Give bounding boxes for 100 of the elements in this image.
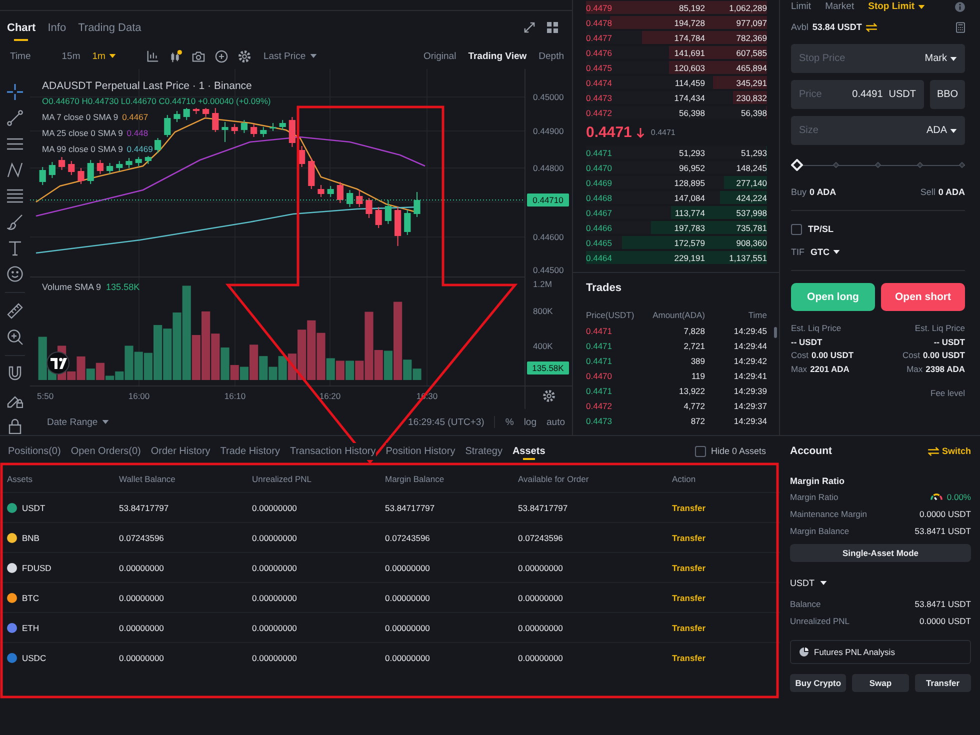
scale-option[interactable]: log (524, 416, 536, 428)
order-type-tab[interactable]: Limit (791, 1, 812, 12)
lock-icon[interactable] (7, 418, 23, 434)
text-tool-icon[interactable] (7, 240, 23, 256)
transfer-link[interactable]: Transfer (672, 532, 706, 542)
time-label: Time (10, 50, 31, 62)
stop-price-field[interactable]: Stop Price Mark (791, 44, 965, 73)
scale-option[interactable]: % (505, 416, 514, 428)
account-action-button[interactable]: Swap (852, 674, 909, 692)
tpsl-checkbox[interactable] (791, 224, 802, 234)
smiley-icon[interactable] (7, 266, 23, 282)
account-action-button[interactable]: Buy Crypto (790, 674, 846, 692)
candle (58, 156, 66, 170)
transfer-arrows-icon (928, 446, 939, 456)
positions-tab[interactable]: Transaction History (290, 442, 376, 460)
candle (250, 124, 258, 138)
stacked-lines-icon[interactable] (7, 188, 23, 204)
ask-price[interactable]: 0.4474 (586, 78, 646, 88)
transfer-arrows-icon[interactable] (866, 22, 877, 32)
asset-dropdown[interactable]: USDT (790, 576, 826, 590)
interval-tab[interactable]: 1m (92, 50, 116, 62)
bid-price[interactable]: 0.4468 (586, 192, 646, 202)
bid-price[interactable]: 0.4466 (586, 222, 646, 232)
interval-tab[interactable]: 15m (62, 50, 80, 62)
bid-price[interactable]: 0.4471 (586, 148, 646, 158)
transfer-link[interactable]: Transfer (672, 502, 706, 512)
date-range-dropdown[interactable]: Date Range (47, 416, 109, 428)
margin-ratio-title: Margin Ratio (790, 475, 846, 488)
horizontal-lines-icon[interactable] (7, 136, 23, 152)
view-tab[interactable]: Depth (538, 50, 564, 62)
settings-icon[interactable] (238, 50, 252, 62)
asset-mode-button[interactable]: Single-Asset Mode (790, 544, 971, 562)
trend-line-icon[interactable] (7, 110, 23, 126)
ask-price[interactable]: 0.4478 (586, 18, 646, 28)
price-source-dropdown[interactable]: Last Price (263, 50, 317, 62)
ask-price[interactable]: 0.4475 (586, 62, 646, 72)
trade-price: 0.4471 (586, 326, 613, 336)
scrollbar-thumb[interactable] (774, 327, 777, 338)
pnl-analysis-button[interactable]: Futures PNL Analysis (790, 640, 971, 664)
plus-circle-icon[interactable] (215, 50, 228, 62)
price-type-dropdown[interactable]: Mark (924, 53, 957, 64)
price-axis-label: 0.44500 (533, 265, 564, 275)
transfer-link[interactable]: Transfer (672, 652, 706, 662)
view-tab[interactable]: Trading View (468, 50, 527, 62)
size-field[interactable]: Size ADA (791, 116, 965, 145)
open-short-button[interactable]: Open short (881, 283, 965, 311)
ask-price[interactable]: 0.4473 (586, 92, 646, 102)
order-type-tab[interactable]: Market (825, 1, 854, 12)
ask-price[interactable]: 0.4479 (586, 2, 646, 12)
expand-icon[interactable] (524, 22, 535, 32)
trade-price: 0.4471 (586, 386, 613, 396)
caret-icon (832, 250, 840, 254)
info-icon[interactable] (955, 2, 965, 12)
zoom-in-icon[interactable] (7, 329, 23, 345)
ask-price[interactable]: 0.4477 (586, 32, 646, 42)
switch-button[interactable]: Switch (928, 446, 971, 456)
camera-icon[interactable] (192, 50, 206, 62)
positions-tab[interactable]: Position History (386, 442, 456, 460)
pie-chart-icon (799, 647, 809, 657)
candles-icon[interactable] (169, 50, 182, 62)
ask-price[interactable]: 0.4476 (586, 48, 646, 58)
tif-dropdown[interactable]: GTC (810, 247, 840, 257)
bid-amount: 51,293 (679, 148, 705, 158)
slider-thumb[interactable] (791, 159, 803, 171)
zigzag-icon[interactable] (7, 162, 23, 178)
chart-tab[interactable]: Info (48, 14, 66, 40)
bid-price[interactable]: 0.4464 (586, 252, 646, 262)
brush-icon[interactable] (7, 214, 23, 230)
size-unit-dropdown[interactable]: ADA (926, 125, 957, 136)
candle (270, 122, 276, 132)
hide-zero-checkbox[interactable] (694, 446, 706, 456)
size-slider[interactable] (791, 159, 965, 171)
crosshair-icon[interactable] (7, 84, 23, 100)
settings-icon[interactable] (543, 390, 555, 402)
time-axis-label: 16:10 (224, 391, 246, 401)
bid-price[interactable]: 0.4467 (586, 208, 646, 218)
calculator-icon[interactable] (956, 22, 965, 32)
fee-level-link[interactable]: Fee level (930, 388, 965, 398)
order-type-tab[interactable]: Stop Limit (868, 1, 925, 12)
asset-name: BNB (22, 532, 40, 542)
chart-tab[interactable]: Chart (7, 14, 36, 40)
ask-price[interactable]: 0.4472 (586, 108, 646, 118)
transfer-link[interactable]: Transfer (672, 622, 706, 632)
chart-tab[interactable]: Trading Data (78, 14, 142, 40)
price-field[interactable]: Price 0.4491 USDT (791, 80, 924, 109)
account-action-button[interactable]: Transfer (914, 674, 971, 692)
bid-price[interactable]: 0.4465 (586, 238, 646, 248)
bid-amount: 113,774 (674, 208, 705, 218)
magnet-icon[interactable] (7, 366, 23, 382)
transfer-link[interactable]: Transfer (672, 592, 706, 602)
transfer-link[interactable]: Transfer (672, 562, 706, 572)
grid-icon[interactable] (547, 22, 558, 32)
view-tab[interactable]: Original (423, 50, 456, 62)
table-cell-text: 0.07243596 (385, 532, 431, 542)
scale-option[interactable]: auto (546, 416, 565, 428)
bid-price[interactable]: 0.4469 (586, 178, 646, 188)
bid-price[interactable]: 0.4470 (586, 162, 646, 172)
bbo-button[interactable]: BBO (930, 80, 965, 109)
chart-axes-icon[interactable] (146, 50, 160, 62)
ruler-icon[interactable] (7, 303, 23, 319)
